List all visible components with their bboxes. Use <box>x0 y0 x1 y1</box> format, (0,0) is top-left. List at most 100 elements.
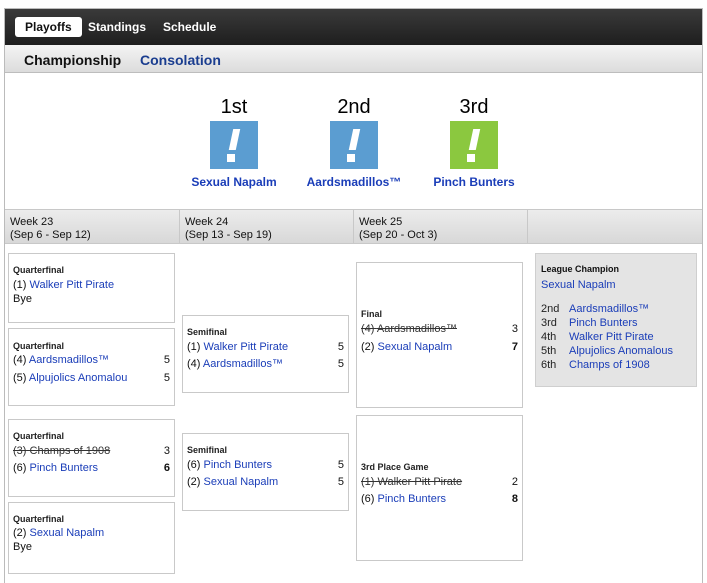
round-label: Semifinal <box>187 445 228 455</box>
team-score: 5 <box>163 354 170 366</box>
seed: (4) <box>361 323 375 335</box>
standing-team-link[interactable]: Pinch Bunters <box>569 317 637 329</box>
team-link[interactable]: Pinch Bunters <box>204 459 272 471</box>
podium-third: 3rd Pinch Bunters <box>419 93 529 189</box>
final-standing-row: 2nd Aardsmadillos™ <box>541 303 649 315</box>
matchup-team: (6) Pinch Bunters <box>361 493 446 505</box>
top-nav: Playoffs Standings Schedule <box>5 9 702 45</box>
team-score: 8 <box>511 493 518 505</box>
seed: (2) <box>187 476 201 488</box>
team-score: 5 <box>337 358 344 370</box>
seed: (1) <box>361 476 375 488</box>
matchup-team: (2) Sexual Napalm <box>187 476 278 488</box>
team-link[interactable]: Aardsmadillos™ <box>29 354 109 366</box>
team-link[interactable]: Champs of 1908 <box>30 445 111 457</box>
podium-team-link[interactable]: Sexual Napalm <box>179 175 289 189</box>
week-name: Week 24 <box>185 216 229 228</box>
team-logo-icon <box>450 121 498 169</box>
team-score: 5 <box>163 372 170 384</box>
round-label: 3rd Place Game <box>361 462 429 472</box>
team-logo-icon <box>210 121 258 169</box>
seed: (6) <box>13 462 27 474</box>
standing-team-link[interactable]: Walker Pitt Pirate <box>569 331 654 343</box>
seed: (2) <box>361 341 375 353</box>
team-score: 3 <box>163 445 170 457</box>
team-score: 7 <box>511 341 518 353</box>
matchup-team-loser: (1) Walker Pitt Pirate <box>361 476 462 488</box>
team-link[interactable]: Sexual Napalm <box>30 527 105 539</box>
team-score: 5 <box>337 459 344 471</box>
team-score: 2 <box>511 476 518 488</box>
round-label: Quarterfinal <box>13 514 65 524</box>
seed: (3) <box>13 445 27 457</box>
team-link[interactable]: Walker Pitt Pirate <box>204 341 289 353</box>
seed: (5) <box>13 372 27 384</box>
matchup-team: (6) Pinch Bunters <box>13 462 98 474</box>
tab-championship[interactable]: Championship <box>24 52 121 68</box>
round-label: Semifinal <box>187 327 228 337</box>
league-champion-panel: League Champion Sexual Napalm 2nd Aardsma… <box>535 253 697 387</box>
tab-standings[interactable]: Standings <box>78 17 156 37</box>
playoffs-panel: Playoffs Standings Schedule Championship… <box>4 8 703 583</box>
team-link[interactable]: Pinch Bunters <box>30 462 98 474</box>
team-link[interactable]: Aardsmadillos™ <box>203 358 283 370</box>
team-link[interactable]: Sexual Napalm <box>378 341 453 353</box>
matchup-quarterfinal-1: Quarterfinal (1) Walker Pitt Pirate Bye <box>8 253 175 323</box>
team-link[interactable]: Aardsmadillos™ <box>377 323 457 335</box>
bracket-subnav: Championship Consolation <box>5 45 702 73</box>
matchup-semifinal-2: Semifinal (6) Pinch Bunters 5 (2) Sexual… <box>182 433 349 511</box>
round-label: Final <box>361 309 383 319</box>
week-header: Week 23 (Sep 6 - Sep 12) <box>5 210 180 243</box>
matchup-semifinal-1: Semifinal (1) Walker Pitt Pirate 5 (4) A… <box>182 315 349 393</box>
matchup-quarterfinal-4: Quarterfinal (2) Sexual Napalm Bye <box>8 502 175 574</box>
team-link[interactable]: Sexual Napalm <box>204 476 279 488</box>
matchup-team: (1) Walker Pitt Pirate <box>187 341 288 353</box>
final-standing-row: 6th Champs of 1908 <box>541 359 650 371</box>
standing-place: 3rd <box>541 317 557 329</box>
matchup-team: (4) Aardsmadillos™ <box>13 354 109 366</box>
bye-label: Bye <box>13 293 32 305</box>
seed: (1) <box>13 279 27 291</box>
podium-first: 1st Sexual Napalm <box>179 93 289 189</box>
team-logo-icon <box>330 121 378 169</box>
podium-team-link[interactable]: Pinch Bunters <box>419 175 529 189</box>
round-label: Quarterfinal <box>13 265 65 275</box>
seed: (1) <box>187 341 201 353</box>
tab-schedule[interactable]: Schedule <box>153 17 226 37</box>
matchup-team: (6) Pinch Bunters <box>187 459 272 471</box>
champion-team-link[interactable]: Sexual Napalm <box>541 279 616 291</box>
standing-team-link[interactable]: Champs of 1908 <box>569 359 650 371</box>
team-score: 5 <box>337 476 344 488</box>
standing-team-link[interactable]: Aardsmadillos™ <box>569 303 649 315</box>
bye-label: Bye <box>13 541 32 553</box>
seed: (6) <box>361 493 375 505</box>
tab-consolation[interactable]: Consolation <box>140 52 221 68</box>
final-standing-row: 3rd Pinch Bunters <box>541 317 637 329</box>
standing-place: 6th <box>541 359 557 371</box>
standing-team-link[interactable]: Alpujolics Anomalous <box>569 345 673 357</box>
round-label: Quarterfinal <box>13 431 65 441</box>
team-link[interactable]: Walker Pitt Pirate <box>378 476 463 488</box>
matchup-team: (1) Walker Pitt Pirate <box>13 279 114 291</box>
standing-place: 4th <box>541 331 557 343</box>
matchup-quarterfinal-2: Quarterfinal (4) Aardsmadillos™ 5 (5) Al… <box>8 328 175 406</box>
week-name: Week 23 <box>10 216 54 228</box>
tab-playoffs[interactable]: Playoffs <box>15 17 82 37</box>
matchup-team: (5) Alpujolics Anomalou <box>13 372 127 384</box>
team-link[interactable]: Alpujolics Anomalou <box>29 372 127 384</box>
standing-place: 5th <box>541 345 557 357</box>
team-link[interactable]: Walker Pitt Pirate <box>30 279 115 291</box>
seed: (4) <box>13 354 27 366</box>
week-name: Week 25 <box>359 216 403 228</box>
matchup-quarterfinal-3: Quarterfinal (3) Champs of 1908 3 (6) Pi… <box>8 419 175 497</box>
team-link[interactable]: Pinch Bunters <box>378 493 446 505</box>
week-header: Week 24 (Sep 13 - Sep 19) <box>180 210 354 243</box>
matchup-team: (2) Sexual Napalm <box>13 527 104 539</box>
podium-place: 1st <box>220 96 248 118</box>
champion-title: League Champion <box>541 264 620 274</box>
seed: (2) <box>13 527 27 539</box>
week-range: (Sep 20 - Oct 3) <box>359 229 438 241</box>
matchup-final: Final (4) Aardsmadillos™ 3 (2) Sexual Na… <box>356 262 523 408</box>
matchup-team: (2) Sexual Napalm <box>361 341 452 353</box>
podium-team-link[interactable]: Aardsmadillos™ <box>299 175 409 189</box>
